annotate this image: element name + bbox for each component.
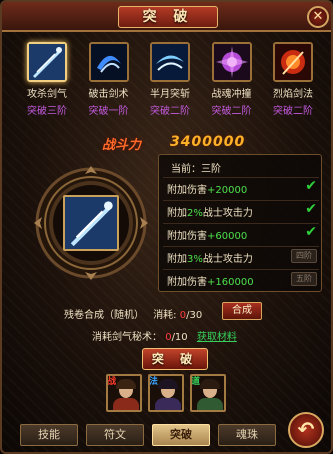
secret-need-count: /10 xyxy=(171,332,188,343)
warrior-badge: 战 xyxy=(107,377,117,387)
skill-stage: 突破二阶 xyxy=(273,106,313,117)
stat-text: 附加伤害+60000 xyxy=(167,227,247,242)
stat-number: +20000 xyxy=(207,185,248,196)
tab-skills[interactable]: 技能 xyxy=(20,424,78,446)
stat-suffix: 战士攻击力 xyxy=(202,208,253,219)
breakthrough-button[interactable]: 突 破 xyxy=(142,348,208,370)
stat-number: +60000 xyxy=(207,231,248,242)
skill-stage: 突破二阶 xyxy=(150,106,190,117)
hero-hair xyxy=(158,379,178,389)
skill-item-gongsha[interactable]: 攻杀剑气 突破三阶 xyxy=(20,42,74,117)
title-bar: 突 破 ✕ xyxy=(2,2,331,32)
stage-tag: 五阶 xyxy=(291,272,317,286)
stat-row: 附加伤害+20000 ✔ xyxy=(163,177,319,196)
secret-consume-label: 消耗剑气秘术： xyxy=(92,332,162,343)
scroll-synthesis-line: 残卷合成（随机） 消耗: 0/30 xyxy=(64,306,202,321)
taoist-badge: 道 xyxy=(191,377,201,387)
blue-swirl-icon xyxy=(88,42,129,82)
stat-number: 2% xyxy=(187,208,203,219)
stat-number: +160000 xyxy=(207,277,254,288)
skill-name: 攻杀剑气 xyxy=(27,89,67,100)
secret-consume-line: 消耗剑气秘术： 0/10 获取材料 xyxy=(92,328,237,343)
stat-prefix: 附加 xyxy=(167,254,187,265)
skill-stage: 突破二阶 xyxy=(211,106,252,117)
stage-tag: 四阶 xyxy=(291,249,317,263)
stat-suffix: 战士攻击力 xyxy=(202,254,253,265)
stat-row: 附加2%战士攻击力 ✔ xyxy=(163,200,319,219)
tab-breakthrough[interactable]: 突破 xyxy=(152,424,210,446)
hero-warrior[interactable]: 战 xyxy=(106,374,142,412)
stat-text: 附加伤害+160000 xyxy=(167,273,254,288)
hero-selector: 战 法 道 xyxy=(106,374,236,414)
close-icon: ✕ xyxy=(312,9,324,24)
check-icon: ✔ xyxy=(305,224,317,240)
hero-body xyxy=(113,398,139,410)
breakthrough-panel: 突 破 ✕ 攻杀剑气 突破三阶 破击剑术 突破一阶 半月突斩 突破二阶 战魂冲撞… xyxy=(0,0,333,454)
skill-name: 烈焰剑法 xyxy=(273,89,313,100)
skill-list: 攻杀剑气 突破三阶 破击剑术 突破一阶 半月突斩 突破二阶 战魂冲撞 突破二阶 … xyxy=(20,42,320,117)
hero-hair xyxy=(200,379,220,389)
stat-number: 3% xyxy=(187,254,203,265)
stat-prefix: 附加伤害 xyxy=(167,277,207,288)
tab-soul-orbs[interactable]: 魂珠 xyxy=(218,424,276,446)
stat-prefix: 附加 xyxy=(167,208,187,219)
skill-stage: 突破一阶 xyxy=(88,106,129,117)
close-button[interactable]: ✕ xyxy=(307,6,329,28)
scroll-synthesis-label: 残卷合成（随机） xyxy=(64,310,144,321)
skill-item-lieyan[interactable]: 烈焰剑法 突破二阶 xyxy=(266,42,320,117)
selected-skill-frame xyxy=(30,162,152,284)
breakthrough-stats: 当前：三阶 附加伤害+20000 ✔ 附加2%战士攻击力 ✔ 附加伤害+6000… xyxy=(158,154,322,292)
skill-item-poji[interactable]: 破击剑术 突破一阶 xyxy=(82,42,136,117)
stat-prefix: 附加伤害 xyxy=(167,185,207,196)
consume-label: 消耗: xyxy=(153,310,177,321)
hero-taoist[interactable]: 道 xyxy=(190,374,226,412)
skill-item-banyue[interactable]: 半月突斩 突破二阶 xyxy=(143,42,197,117)
skill-name: 半月突斩 xyxy=(150,89,190,100)
skill-item-zhanhun[interactable]: 战魂冲撞 突破二阶 xyxy=(205,42,259,117)
skill-stage: 突破三阶 xyxy=(27,106,67,117)
stat-text: 附加伤害+20000 xyxy=(167,181,247,196)
stat-row: 附加3%战士攻击力 四阶 xyxy=(163,246,319,265)
sword-slash-icon xyxy=(65,197,117,249)
sword-slash-icon xyxy=(27,42,67,82)
combat-power-label: 战斗力 xyxy=(102,138,142,153)
flame-sword-icon xyxy=(273,42,313,82)
stat-row: 附加伤害+160000 五阶 xyxy=(163,269,319,288)
stat-prefix: 附加伤害 xyxy=(167,231,207,242)
combat-power-value: 3400000 xyxy=(170,134,246,150)
window-title: 突 破 xyxy=(118,6,218,28)
selected-skill-icon xyxy=(63,195,119,251)
back-arrow-icon: ↶ xyxy=(297,417,315,441)
hero-body xyxy=(155,398,181,410)
tab-runes[interactable]: 符文 xyxy=(86,424,144,446)
check-icon: ✔ xyxy=(305,201,317,217)
synthesize-button[interactable]: 合成 xyxy=(222,302,262,320)
scroll-need-count: /30 xyxy=(186,310,203,321)
check-icon: ✔ xyxy=(305,178,317,194)
purple-burst-icon xyxy=(211,42,252,82)
hero-mage[interactable]: 法 xyxy=(148,374,184,412)
skill-name: 战魂冲撞 xyxy=(211,89,252,100)
stat-text: 附加2%战士攻击力 xyxy=(167,204,253,219)
stat-row: 附加伤害+60000 ✔ xyxy=(163,223,319,242)
get-materials-link[interactable]: 获取材料 xyxy=(197,332,237,343)
mage-badge: 法 xyxy=(149,377,159,387)
crescent-strike-icon xyxy=(150,42,190,82)
bottom-tabs: 技能 符文 突破 魂珠 xyxy=(20,424,276,448)
stat-text: 附加3%战士攻击力 xyxy=(167,250,253,265)
hero-body xyxy=(197,398,223,410)
back-button[interactable]: ↶ xyxy=(288,412,324,448)
hero-hair xyxy=(116,379,136,389)
skill-name: 破击剑术 xyxy=(88,89,129,100)
current-stage-label: 当前：三阶 xyxy=(171,164,221,175)
